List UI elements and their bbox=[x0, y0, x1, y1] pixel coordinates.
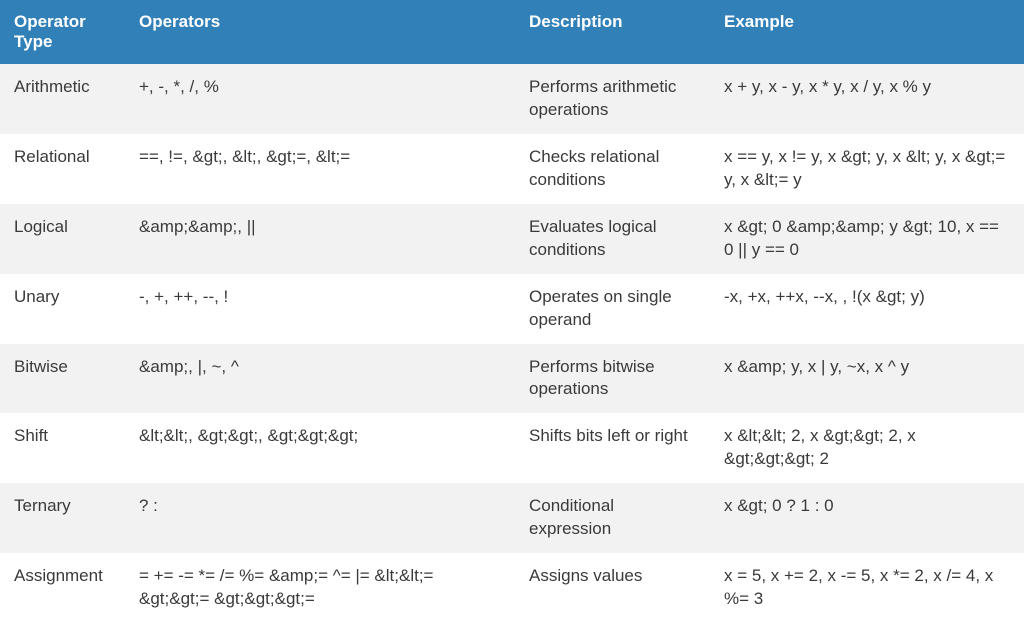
table-row: Unary -, +, ++, --, ! Operates on single… bbox=[0, 274, 1024, 344]
cell-type: Ternary bbox=[0, 483, 125, 553]
cell-operators: -, +, ++, --, ! bbox=[125, 274, 515, 344]
cell-operators: = += -= *= /= %= &amp;= ^= |= &lt;&lt;= … bbox=[125, 553, 515, 623]
cell-description: Operates on single operand bbox=[515, 274, 710, 344]
cell-example: x = 5, x += 2, x -= 5, x *= 2, x /= 4, x… bbox=[710, 553, 1024, 623]
cell-description: Performs bitwise operations bbox=[515, 344, 710, 414]
cell-operators: &amp;, |, ~, ^ bbox=[125, 344, 515, 414]
cell-example: x &gt; 0 &amp;&amp; y &gt; 10, x == 0 ||… bbox=[710, 204, 1024, 274]
cell-operators: &lt;&lt;, &gt;&gt;, &gt;&gt;&gt; bbox=[125, 413, 515, 483]
cell-type: Assignment bbox=[0, 553, 125, 623]
cell-description: Evaluates logical conditions bbox=[515, 204, 710, 274]
operators-table: Operator Type Operators Description Exam… bbox=[0, 0, 1024, 623]
table-row: Shift &lt;&lt;, &gt;&gt;, &gt;&gt;&gt; S… bbox=[0, 413, 1024, 483]
cell-operators: ==, !=, &gt;, &lt;, &gt;=, &lt;= bbox=[125, 134, 515, 204]
table-row: Ternary ? : Conditional expression x &gt… bbox=[0, 483, 1024, 553]
cell-example: x &amp; y, x | y, ~x, x ^ y bbox=[710, 344, 1024, 414]
cell-description: Conditional expression bbox=[515, 483, 710, 553]
table-row: Arithmetic +, -, *, /, % Performs arithm… bbox=[0, 64, 1024, 134]
cell-description: Checks relational conditions bbox=[515, 134, 710, 204]
cell-type: Unary bbox=[0, 274, 125, 344]
cell-type: Shift bbox=[0, 413, 125, 483]
cell-example: -x, +x, ++x, --x, , !(x &gt; y) bbox=[710, 274, 1024, 344]
cell-description: Shifts bits left or right bbox=[515, 413, 710, 483]
cell-description: Assigns values bbox=[515, 553, 710, 623]
cell-description: Performs arithmetic operations bbox=[515, 64, 710, 134]
cell-type: Bitwise bbox=[0, 344, 125, 414]
cell-example: x + y, x - y, x * y, x / y, x % y bbox=[710, 64, 1024, 134]
table-row: Bitwise &amp;, |, ~, ^ Performs bitwise … bbox=[0, 344, 1024, 414]
header-operators: Operators bbox=[125, 0, 515, 64]
cell-operators: &amp;&amp;, || bbox=[125, 204, 515, 274]
cell-example: x &gt; 0 ? 1 : 0 bbox=[710, 483, 1024, 553]
header-description: Description bbox=[515, 0, 710, 64]
table-row: Assignment = += -= *= /= %= &amp;= ^= |=… bbox=[0, 553, 1024, 623]
table-row: Relational ==, !=, &gt;, &lt;, &gt;=, &l… bbox=[0, 134, 1024, 204]
header-operator-type: Operator Type bbox=[0, 0, 125, 64]
cell-type: Logical bbox=[0, 204, 125, 274]
cell-example: x &lt;&lt; 2, x &gt;&gt; 2, x &gt;&gt;&g… bbox=[710, 413, 1024, 483]
cell-example: x == y, x != y, x &gt; y, x &lt; y, x &g… bbox=[710, 134, 1024, 204]
header-example: Example bbox=[710, 0, 1024, 64]
table-row: Logical &amp;&amp;, || Evaluates logical… bbox=[0, 204, 1024, 274]
cell-operators: ? : bbox=[125, 483, 515, 553]
cell-type: Arithmetic bbox=[0, 64, 125, 134]
cell-type: Relational bbox=[0, 134, 125, 204]
cell-operators: +, -, *, /, % bbox=[125, 64, 515, 134]
table-header-row: Operator Type Operators Description Exam… bbox=[0, 0, 1024, 64]
